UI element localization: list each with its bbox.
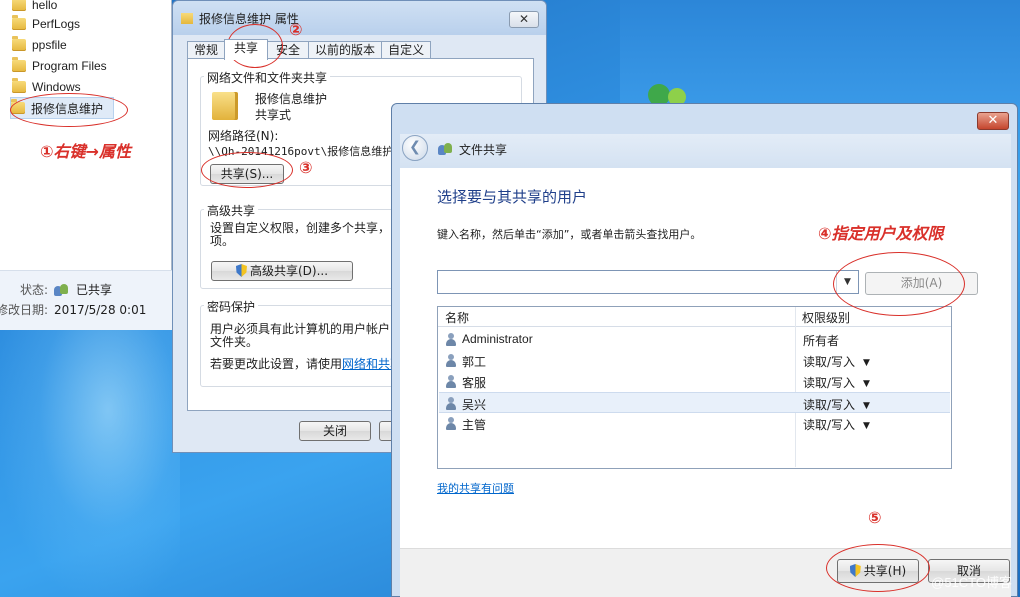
annotation-step4: ④指定用户及权限 [818,224,944,243]
chevron-down-icon[interactable]: ▼ [863,421,870,431]
password-protection-label: 密码保护 [204,298,259,315]
annotation-circle-confirm-button [826,544,930,592]
password-line2: 文件夹。 [210,335,259,349]
user-permission: 读取/写入 [803,398,856,412]
user-permission: 读取/写入 [803,418,856,432]
advanced-sharing-button[interactable]: 高级共享(D)... [211,261,353,281]
network-sharing-label: 网络文件和文件夹共享 [204,69,331,86]
annotation-circle-share-button [201,152,293,188]
sharing-help-link[interactable]: 我的共享有问题 [437,480,514,496]
user-icon [446,333,456,346]
back-arrow-icon[interactable]: ❮ [402,135,428,161]
chevron-down-icon[interactable]: ▼ [863,379,870,389]
user-name: 吴兴 [462,398,487,412]
tree-item-ppsfile[interactable]: ppsfile [12,35,67,55]
annotation-step2: ② [289,20,303,39]
annotation-step3: ③ [299,158,313,177]
user-permission-cell[interactable]: 读取/写入 ▼ [803,396,870,413]
column-permission[interactable]: 权限级别 [802,309,850,326]
status-row: 状态: 已共享 [20,281,112,298]
folder-name: 报修信息维护 [255,92,328,106]
table-row[interactable]: Administrator 所有者 [439,329,950,350]
share-instruction: 键入名称，然后单击“添加”，或者单击箭头查找用户。 [437,228,702,241]
user-name: Administrator [462,332,533,346]
share-title: 文件共享 [459,143,508,157]
folder-icon [12,0,26,11]
file-sharing-icon [438,143,454,155]
annotation-step5: ⑤ [868,508,882,527]
explorer-window: hello PerfLogs ppsfile Program Files Win… [0,0,172,330]
tree-item-label: Program Files [32,59,107,73]
folder-icon [12,57,26,72]
password-line3: 若要更改此设置，请使用网络和共享 [210,355,402,372]
user-permission-cell[interactable]: 读取/写入 ▼ [803,374,870,391]
tab-general[interactable]: 常规 [187,41,226,59]
properties-tabs: 常规 共享 安全 以前的版本 自定义 [187,39,432,60]
user-name: 郭工 [462,355,487,369]
properties-close-button[interactable]: ✕ [509,11,539,28]
user-icon [446,397,456,410]
advanced-sharing-label: 高级共享 [204,202,259,219]
folder-icon [181,12,193,24]
share-heading: 选择要与其共享的用户 [437,188,588,206]
tree-item-label: PerfLogs [32,17,81,31]
user-permission: 读取/写入 [803,376,856,390]
annotation-circle-folder [10,93,128,127]
annotation-step1: ①右键→属性 [40,142,131,161]
status-key: 状态: [20,283,49,297]
table-row[interactable]: 主管 读取/写入 ▼ [439,413,950,434]
user-permission-cell[interactable]: 读取/写入 ▼ [803,353,870,370]
properties-titlebar: 报修信息维护 属性 [173,1,546,35]
status-value: 已共享 [76,283,113,297]
folder-share-state: 共享式 [255,108,292,122]
folder-icon [12,78,26,93]
tree-item-program-files[interactable]: Program Files [12,56,107,76]
password-line3-prefix: 若要更改此设置，请使用 [210,357,343,371]
share-close-button[interactable]: ✕ [977,112,1009,130]
advanced-sharing-button-label: 高级共享(D)... [249,264,329,278]
file-sharing-dialog: ✕ ❮ 文件共享 选择要与其共享的用户 键入名称，然后单击“添加”，或者单击箭头… [391,103,1018,597]
tree-item-label: hello [32,0,58,12]
advanced-desc-line1: 设置自定义权限，创建多个共享， [210,221,391,235]
uac-shield-icon [235,264,247,277]
user-permission-list: 名称 权限级别 Administrator 所有者 郭工 读取/写入 ▼ 客服 读… [437,306,952,469]
table-row[interactable]: 郭工 读取/写入 ▼ [439,350,950,371]
tree-item-hello[interactable]: hello [12,0,57,15]
user-name: 客服 [462,376,487,390]
user-permission: 所有者 [803,334,840,348]
watermark: @51CTO博客 [931,575,1012,590]
tab-sharing[interactable]: 共享 [224,39,269,60]
column-name[interactable]: 名称 [445,309,469,326]
user-permission-cell[interactable]: 读取/写入 ▼ [803,416,870,433]
tree-item-label: ppsfile [32,38,67,52]
tree-item-perflogs[interactable]: PerfLogs [12,14,80,34]
details-pane: 状态: 已共享 修改日期: 2017/5/28 0:01 [0,270,172,330]
shared-folder-icon [212,92,238,120]
date-row: 修改日期: 2017/5/28 0:01 [0,301,146,318]
tree-item-label: Windows [32,80,81,94]
shared-people-icon [54,283,70,296]
desktop-glow [0,330,180,597]
annotation-circle-add-button [833,252,965,316]
user-icon [446,354,456,367]
folder-icon [12,15,26,30]
properties-close-action-button[interactable]: 关闭 [299,421,371,441]
date-value: 2017/5/28 0:01 [54,302,147,317]
table-row[interactable]: 客服 读取/写入 ▼ [439,371,950,392]
tab-previous-versions[interactable]: 以前的版本 [308,41,383,59]
table-row-selected[interactable]: 吴兴 读取/写入 ▼ [439,392,950,413]
date-key: 修改日期: [0,303,49,317]
user-name: 主管 [462,418,487,432]
user-permission: 读取/写入 [803,355,856,369]
folder-icon [12,36,26,51]
chevron-down-icon[interactable]: ▼ [863,358,870,368]
user-icon [446,375,456,388]
user-icon [446,417,456,430]
network-path-label: 网络路径(N): [208,129,279,143]
user-name-input[interactable]: ▼ [437,270,859,294]
tab-customize[interactable]: 自定义 [381,41,432,59]
advanced-desc-line2: 项。 [210,234,235,248]
chevron-down-icon[interactable]: ▼ [863,401,870,411]
